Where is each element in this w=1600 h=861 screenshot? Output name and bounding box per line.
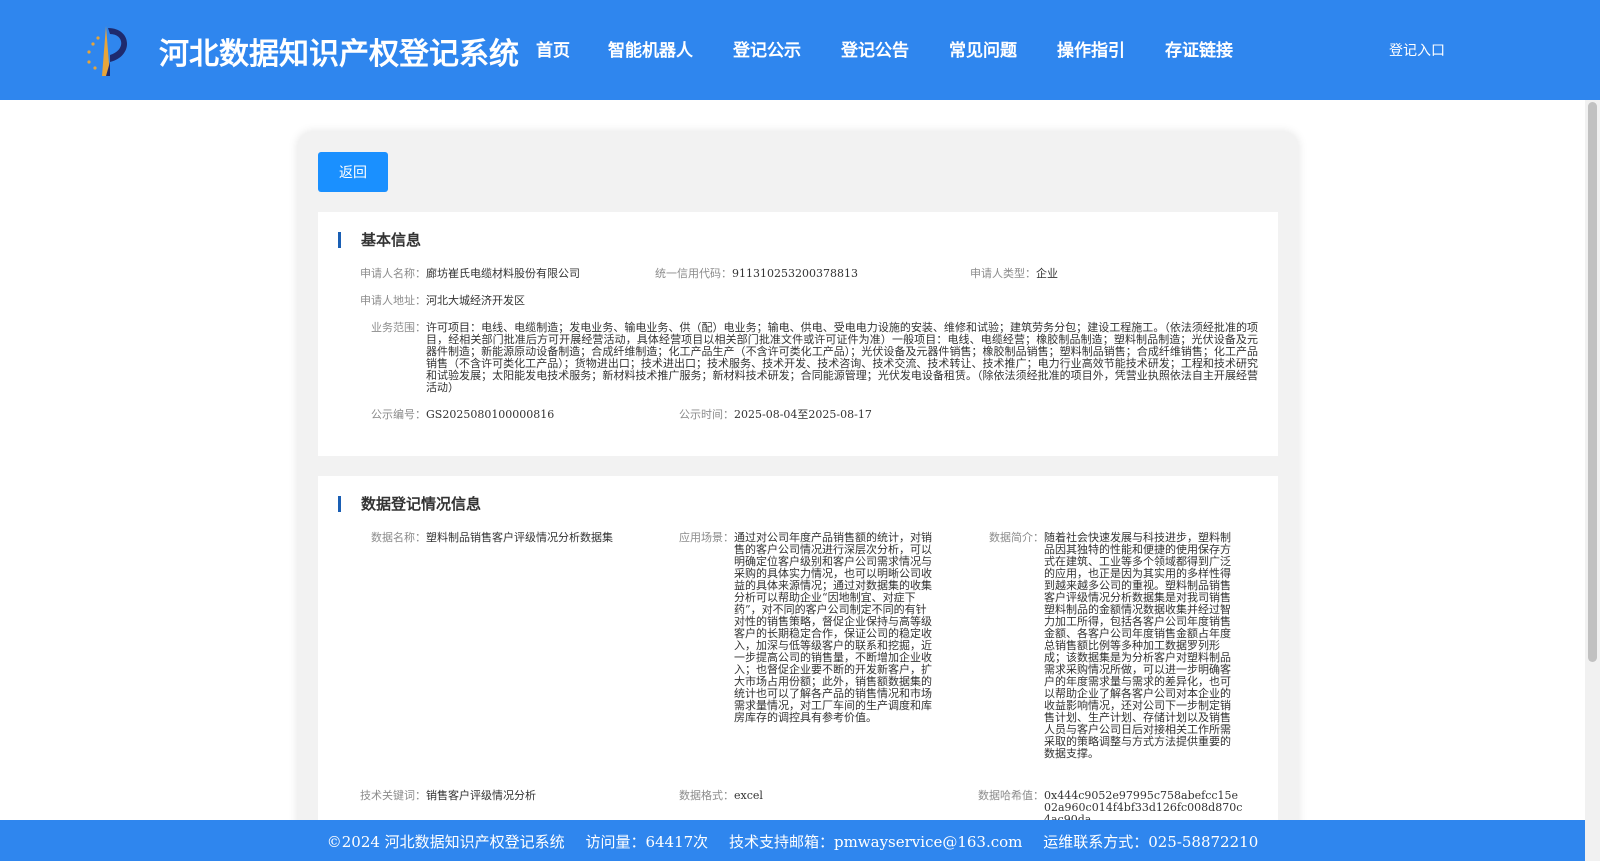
applicant-name-value: 廊坊崔氏电缆材料股份有限公司 bbox=[426, 267, 580, 280]
tech-keyword-label: 技术关键词： bbox=[360, 789, 426, 802]
applicant-type-field: 申请人类型： 企业 bbox=[964, 268, 1058, 280]
basic-info-title: 基本信息 bbox=[338, 232, 421, 248]
notice-number-value: GS2025080100000816 bbox=[426, 408, 555, 421]
footer-text: ©2024 河北数据知识产权登记系统 访问量：64417次 技术支持邮箱：pmw… bbox=[0, 831, 1585, 852]
footer-phone: 运维联系方式：025-58872210 bbox=[1043, 833, 1259, 851]
scrollbar-thumb[interactable] bbox=[1588, 102, 1597, 662]
applicant-name-field: 申请人名称： 廊坊崔氏电缆材料股份有限公司 bbox=[354, 268, 580, 280]
page-scrollbar[interactable] bbox=[1585, 100, 1600, 861]
footer-copyright: ©2024 河北数据知识产权登记系统 bbox=[326, 833, 565, 851]
credit-code-field: 统一信用代码： 911310253200378813 bbox=[648, 268, 858, 280]
nav-publicity[interactable]: 登记公示 bbox=[733, 36, 801, 61]
data-intro-value: 随着社会快速发展与科技进步，塑料制品因其独特的性能和便捷的使用保存方式在建筑、工… bbox=[1044, 531, 1231, 760]
site-title[interactable]: 河北数据知识产权登记系统 bbox=[159, 29, 519, 73]
notice-number-label: 公示编号： bbox=[371, 408, 426, 421]
applicant-type-label: 申请人类型： bbox=[970, 267, 1036, 280]
back-button[interactable]: 返回 bbox=[318, 152, 388, 192]
business-scope-value: 许可项目：电线、电缆制造；发电业务、输电业务、供（配）电业务；输电、供电、受电电… bbox=[426, 321, 1258, 394]
footer-visits: 访问量：64417次 bbox=[585, 833, 709, 851]
data-registration-section: 数据登记情况信息 数据名称： 塑料制品销售客户评级情况分析数据集 应用场景： 通… bbox=[318, 476, 1278, 861]
applicant-address-field: 申请人地址： 河北大城经济开发区 bbox=[354, 295, 525, 307]
application-scene-field: 应用场景： 通过对公司年度产品销售额的统计，对销售的客户公司情况进行深层次分析，… bbox=[662, 532, 934, 724]
nav-home[interactable]: 首页 bbox=[536, 36, 570, 61]
data-intro-label: 数据简介： bbox=[989, 531, 1044, 544]
applicant-address-value: 河北大城经济开发区 bbox=[426, 294, 525, 307]
applicant-name-label: 申请人名称： bbox=[360, 267, 426, 280]
notice-time-value: 2025-08-04至2025-08-17 bbox=[734, 408, 872, 421]
notice-time-label: 公示时间： bbox=[679, 408, 734, 421]
application-scene-value: 通过对公司年度产品销售额的统计，对销售的客户公司情况进行深层次分析，可以明确定位… bbox=[734, 531, 932, 724]
data-registration-title: 数据登记情况信息 bbox=[338, 496, 481, 512]
emblem-logo-icon[interactable] bbox=[80, 22, 136, 78]
applicant-address-label: 申请人地址： bbox=[360, 294, 426, 307]
notice-number-field: 公示编号： GS2025080100000816 bbox=[354, 409, 554, 421]
nav-guide[interactable]: 操作指引 bbox=[1057, 36, 1125, 61]
data-format-field: 数据格式： excel bbox=[662, 790, 763, 802]
nav-announcement[interactable]: 登记公告 bbox=[841, 36, 909, 61]
data-format-label: 数据格式： bbox=[679, 789, 734, 802]
data-name-value: 塑料制品销售客户评级情况分析数据集 bbox=[426, 531, 613, 544]
business-scope-field: 业务范围： 许可项目：电线、电缆制造；发电业务、输电业务、供（配）电业务；输电、… bbox=[354, 322, 1258, 394]
tech-keyword-value: 销售客户评级情况分析 bbox=[426, 789, 536, 802]
applicant-type-value: 企业 bbox=[1036, 267, 1058, 280]
credit-code-value: 911310253200378813 bbox=[732, 267, 858, 280]
detail-card: 返回 基本信息 申请人名称： 廊坊崔氏电缆材料股份有限公司 统一信用代码： 91… bbox=[298, 132, 1298, 861]
nav-evidence-link[interactable]: 存证链接 bbox=[1165, 36, 1233, 61]
notice-time-field: 公示时间： 2025-08-04至2025-08-17 bbox=[662, 409, 872, 421]
top-header: 河北数据知识产权登记系统 首页 智能机器人 登记公示 登记公告 常见问题 操作指… bbox=[0, 0, 1600, 100]
basic-info-section: 基本信息 申请人名称： 廊坊崔氏电缆材料股份有限公司 统一信用代码： 91131… bbox=[318, 212, 1278, 456]
data-name-field: 数据名称： 塑料制品销售客户评级情况分析数据集 bbox=[354, 532, 621, 544]
data-format-value: excel bbox=[734, 789, 763, 802]
login-entry-link[interactable]: 登记入口 bbox=[1389, 40, 1445, 60]
data-name-label: 数据名称： bbox=[371, 531, 426, 544]
nav-faq[interactable]: 常见问题 bbox=[949, 36, 1017, 61]
nav-robot[interactable]: 智能机器人 bbox=[608, 36, 693, 61]
business-scope-label: 业务范围： bbox=[371, 321, 426, 334]
credit-code-label: 统一信用代码： bbox=[655, 267, 732, 280]
data-intro-field: 数据简介： 随着社会快速发展与科技进步，塑料制品因其独特的性能和便捷的使用保存方… bbox=[972, 532, 1236, 760]
page-footer: ©2024 河北数据知识产权登记系统 访问量：64417次 技术支持邮箱：pmw… bbox=[0, 820, 1585, 861]
tech-keyword-field: 技术关键词： 销售客户评级情况分析 bbox=[354, 790, 536, 802]
footer-email: 技术支持邮箱：pmwayservice@163.com bbox=[728, 833, 1023, 851]
application-scene-label: 应用场景： bbox=[679, 531, 734, 544]
main-nav: 首页 智能机器人 登记公示 登记公告 常见问题 操作指引 存证链接 bbox=[536, 36, 1273, 61]
